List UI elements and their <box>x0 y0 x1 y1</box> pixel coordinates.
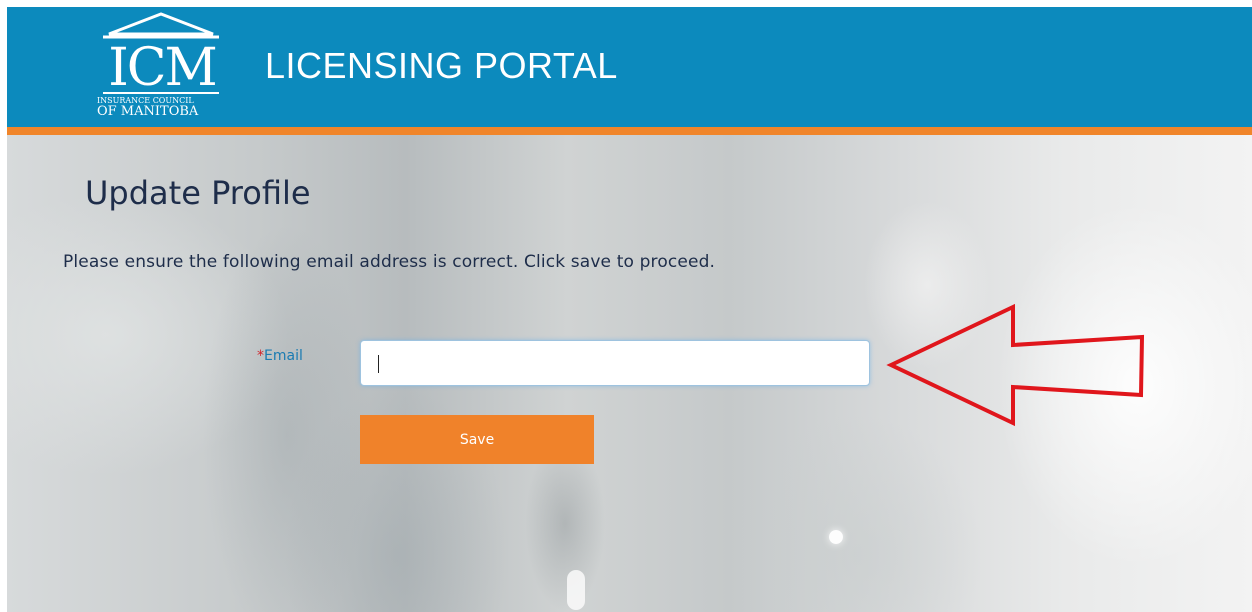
logo-subtitle-line2: OF MANITOBA <box>97 104 199 119</box>
required-marker: * <box>257 348 264 364</box>
app-frame: ICM INSURANCE COUNCIL OF MANITOBA LICENS… <box>7 7 1252 612</box>
page-title: Update Profile <box>85 174 311 212</box>
logo-letters: ICM <box>108 38 218 98</box>
email-label-text: Email <box>264 348 303 364</box>
instructions-text: Please ensure the following email addres… <box>63 252 716 272</box>
text-caret <box>378 355 379 373</box>
portal-header: ICM INSURANCE COUNCIL OF MANITOBA LICENS… <box>7 7 1252 127</box>
email-label: *Email <box>257 347 303 365</box>
background-light-spot <box>829 530 843 544</box>
portal-title: LICENSING PORTAL <box>265 45 618 86</box>
header-accent-stripe <box>7 127 1252 135</box>
email-field[interactable] <box>360 340 870 386</box>
icm-logo[interactable]: ICM INSURANCE COUNCIL OF MANITOBA <box>95 12 227 124</box>
red-arrow-left-icon <box>886 303 1145 427</box>
save-button[interactable]: Save <box>360 415 594 464</box>
background-highlight <box>567 570 585 610</box>
